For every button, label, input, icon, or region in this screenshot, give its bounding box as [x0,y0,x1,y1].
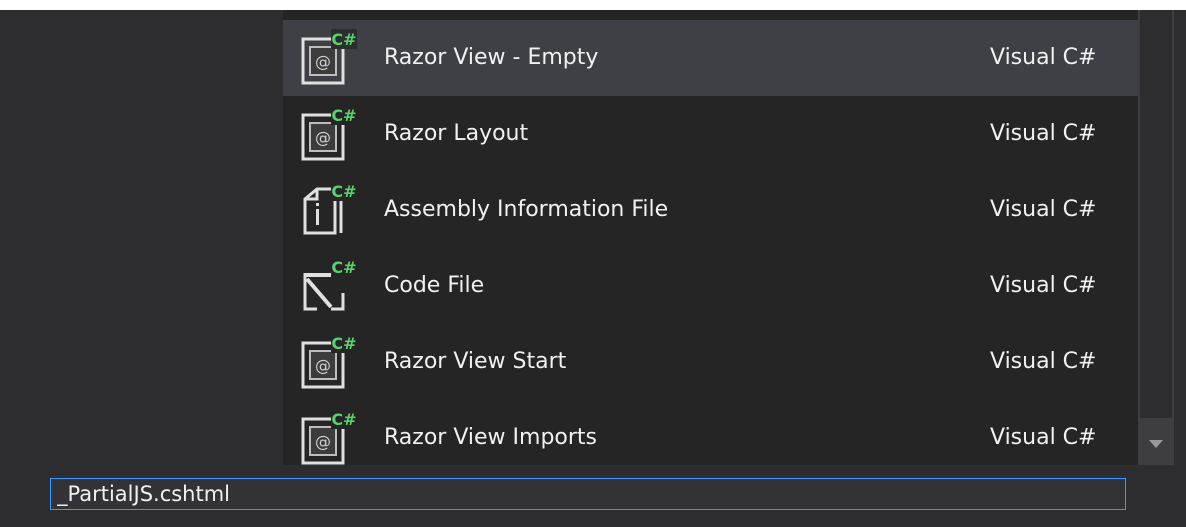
svg-text:@: @ [315,356,331,375]
list-item-razor-view-start[interactable]: @ C# Razor View Start Visual C# [283,324,1138,400]
svg-text:C#: C# [331,258,356,277]
item-name: Code File [384,273,485,298]
item-language: Visual C# [990,425,1097,450]
item-language: Visual C# [990,45,1097,70]
list-item-assembly-information-file[interactable]: C# Assembly Information File Visual C# [283,172,1138,248]
svg-text:C#: C# [331,106,356,125]
svg-text:@: @ [315,128,331,147]
name-bar [0,465,1186,527]
item-name: Razor View - Empty [384,45,599,70]
item-name: Razor View Imports [384,425,598,450]
item-name: Razor Layout [384,121,529,146]
item-name: Razor View Start [384,349,567,374]
scroll-down-arrow-icon[interactable] [1149,440,1163,448]
svg-text:C#: C# [331,334,356,353]
vertical-scrollbar[interactable] [1138,10,1174,465]
svg-text:C#: C# [331,410,356,429]
assembly-info-icon: C# [303,181,357,235]
item-language: Visual C# [990,121,1097,146]
list-item-razor-view-imports[interactable]: @ C# Razor View Imports Visual C# [283,400,1138,465]
razor-layout-icon: @ C# [301,105,357,161]
item-name: Assembly Information File [384,197,669,222]
categories-pane [0,10,283,465]
item-language: Visual C# [990,273,1097,298]
list-item-razor-view-empty[interactable]: @ C# Razor View - Empty Visual C# [283,20,1138,96]
right-edge [1174,10,1186,465]
razor-view-icon: @ C# [301,29,357,85]
list-item-razor-layout[interactable]: @ C# Razor Layout Visual C# [283,96,1138,172]
razor-view-start-icon: @ C# [301,333,357,389]
list-item-code-file[interactable]: C# Code File Visual C# [283,248,1138,324]
svg-text:@: @ [315,432,331,451]
template-list[interactable]: @ C# Razor View - Empty Visual C# @ C# R… [283,10,1138,465]
svg-text:@: @ [315,52,331,71]
razor-view-imports-icon: @ C# [301,409,357,465]
svg-text:C#: C# [331,30,356,49]
file-name-input[interactable] [50,478,1126,510]
svg-text:C#: C# [331,182,356,201]
code-file-icon: C# [303,257,357,311]
window-top-edge [0,0,1186,10]
item-language: Visual C# [990,197,1097,222]
scrollbar-thumb[interactable] [1140,10,1172,418]
item-language: Visual C# [990,349,1097,374]
